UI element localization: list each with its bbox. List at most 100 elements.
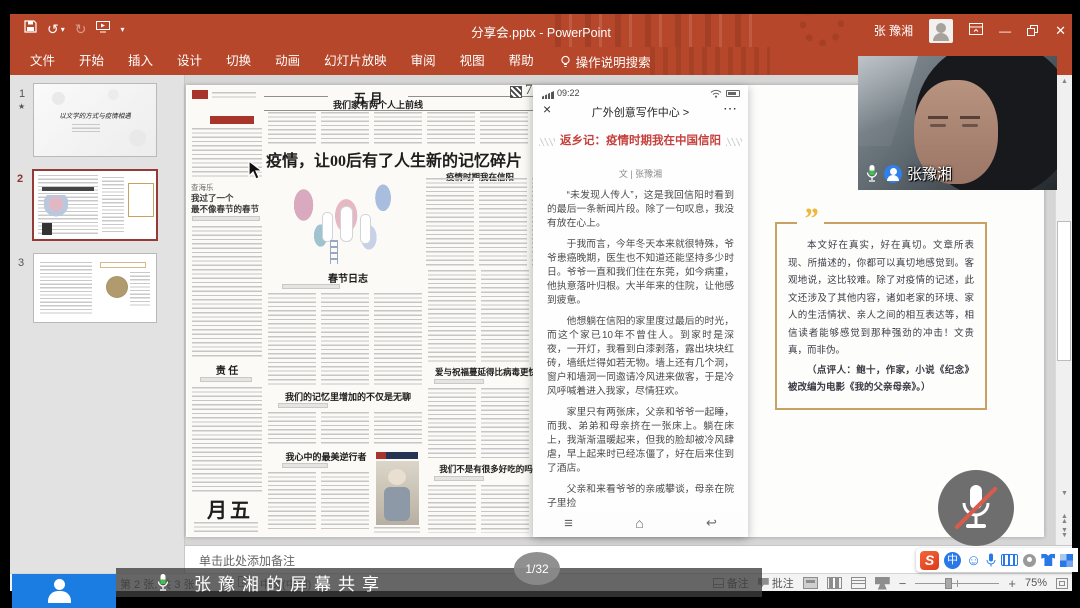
minimize-button[interactable]: — [999,24,1011,38]
slide-thumbnail-3[interactable] [33,253,157,323]
article-paragraph: “未发现人传人”，这是我回信阳时看到的最后一条新闻片段。除了一句叹息，我没有放在… [547,189,734,231]
sogou-logo-icon[interactable]: S [920,551,939,570]
newspaper-illustration [278,178,420,268]
android-back-icon[interactable]: ↩ [706,515,717,531]
newspaper-section-love: 爱与祝福蔓延得比病毒更快 [428,366,544,378]
page-indicator-badge: 1/32 [514,552,560,585]
phone-time: 09:22 [557,88,580,98]
phone-screenshot: 09:22 × 广外创意写作中心 > ⋯ 返乡记：疫情时期我在中国信阳 文 | … [533,85,748,537]
tab-view[interactable]: 视图 [448,47,497,75]
tab-review[interactable]: 审阅 [399,47,448,75]
slide-1-number: 1 [19,88,25,100]
zoom-out-button[interactable]: − [899,576,907,591]
phone-article-byline: 文 | 张豫湘 [533,167,748,180]
android-menu-icon[interactable]: ≡ [564,515,573,532]
newspaper-section-memory: 我们的记忆里增加的不仅是无聊 [272,390,424,403]
tab-animations[interactable]: 动画 [263,47,312,75]
thumb3-image [106,276,128,298]
thumb1-subtitle-lines [72,124,100,132]
tab-home[interactable]: 开始 [67,47,116,75]
phone-more-button[interactable]: ⋯ [723,100,738,117]
webcam-video-overlay[interactable]: 张豫湘 [858,56,1057,190]
article-paragraph: 于我而言，今年冬天本来就很特殊，爷爷患癌晚期，医生也不知道还能坚持多少时日。爷爷… [547,238,734,308]
next-slide-button2: ▼ [1056,533,1072,538]
vertical-scrollbar[interactable]: ▲ ▼ ▲ ▲ ▼ ▼ [1055,75,1072,545]
zoom-percentage[interactable]: 75% [1025,577,1047,589]
tab-insert[interactable]: 插入 [116,47,165,75]
android-nav-bar: ≡ ⌂ ↩ [533,511,748,535]
newspaper-masthead-date [212,92,256,98]
tab-help[interactable]: 帮助 [497,47,546,75]
tab-design[interactable]: 设计 [165,47,214,75]
screen-share-banner: 张豫湘的屏幕共享 [116,568,762,597]
newspaper-photo-label [376,452,418,459]
handwriting-icon[interactable] [1023,554,1036,567]
webcam-user-name: 张豫湘 [907,163,952,184]
newspaper-qr-code [510,86,522,98]
account-avatar[interactable] [929,19,953,43]
mic-active-icon [865,164,879,183]
participant-avatar-icon [884,165,902,183]
notes-placeholder: 单击此处添加备注 [199,552,295,569]
skin-shirt-icon[interactable] [1041,554,1055,566]
tab-file[interactable]: 文件 [18,47,67,75]
participant-person-icon [54,579,65,590]
newspaper-section-duty: 责 任 [192,362,262,377]
article-paragraph: 家里只有两张床，父亲和爷爷一起睡，而我、弟弟和母亲挤在一张床上。躺在床上，我渐渐… [547,406,734,476]
scroll-up-icon[interactable]: ▲ [1056,77,1072,87]
newspaper-headline-main: 疫情，让00后有了人生新的记忆碎片 [266,147,536,171]
slide-thumbnail-2[interactable] [32,169,158,241]
account-user-name[interactable]: 张 豫湘 [874,22,913,39]
tabsrow-artwork [650,47,770,75]
lightbulb-icon [560,55,571,68]
zoom-in-button[interactable]: + [1008,576,1016,591]
ribbon-display-options-icon[interactable] [969,22,983,40]
newspaper-masthead-logo [192,90,208,99]
voice-input-icon[interactable] [986,553,996,568]
tab-slideshow[interactable]: 幻灯片放映 [312,47,399,75]
article-paragraph: 父亲和来看爷爷的亲戚攀谈，母亲在院子里捡 [547,483,734,507]
reviewer-quote-box: ” 本文好在真实，好在真切。文章所表现、所描述的，你都可以真切地感觉到。客观地说… [775,222,987,410]
sogou-input-toolbar[interactable]: S 中 ☺ [916,548,1078,572]
scroll-down-icon[interactable]: ▼ [1056,489,1072,499]
android-home-icon[interactable]: ⌂ [635,515,643,531]
quote-mark-icon: ” [797,206,824,232]
slideshow-view-button[interactable] [875,577,890,590]
newspaper-section-food: 我们不是有很多好吃的吗 [428,463,544,475]
newspaper-calligraphy: 月五 [202,494,258,523]
newspaper-page-image: 五 月 7 查海乐 我过了一个 最不像春节的春节 责 任 月五 [188,86,548,536]
zoom-slider[interactable] [915,577,999,589]
newspaper-section-hero: 我心中的最美逆行者 [276,450,376,463]
phone-account-title[interactable]: 广外创意写作中心 > [533,104,748,120]
participant-person-body [48,591,71,603]
avatar-person-icon [936,23,946,33]
restore-button[interactable] [1027,25,1039,37]
participant-tile[interactable] [12,574,116,608]
keyboard-icon[interactable] [1001,554,1018,566]
close-button[interactable]: ✕ [1055,23,1066,39]
slide-3-number: 3 [18,257,24,269]
newspaper-teaser-line2: 最不像春节的春节 [191,203,259,215]
scrollbar-thumb[interactable] [1057,221,1071,361]
zoom-slider-thumb[interactable] [945,578,952,589]
tab-transitions[interactable]: 切换 [214,47,263,75]
tell-me-search[interactable]: 操作说明搜索 [546,52,651,71]
slide-thumbnail-1[interactable]: 以文学的方式与疫情相遇 [33,83,157,157]
comments-toggle[interactable]: 批注 [758,575,794,591]
mouse-cursor [248,160,263,181]
newspaper-section-spring: 春节日志 [278,270,418,285]
phone-article-title: 返乡记：疫情时期我在中国信阳 [533,132,748,148]
battery-icon [726,90,740,97]
reading-view-button[interactable] [851,577,866,589]
normal-view-button[interactable] [803,577,818,589]
slide-sorter-view-button[interactable] [827,577,842,589]
input-mode-chinese[interactable]: 中 [944,552,961,569]
title-decoration-right [726,138,742,146]
article-paragraph: 他想躺在信阳的家里度过最后的时光，而这个家已10年不曾住人。到家时是深夜，一开灯… [547,315,734,399]
thumb1-title: 以文学的方式与疫情相遇 [34,110,156,120]
toolbox-grid-icon[interactable] [1060,554,1073,567]
fit-to-window-icon[interactable] [1056,578,1068,589]
emoji-icon[interactable]: ☺ [966,553,981,568]
microphone-muted-button[interactable] [938,470,1014,546]
webcam-name-tag: 张豫湘 [865,163,952,184]
